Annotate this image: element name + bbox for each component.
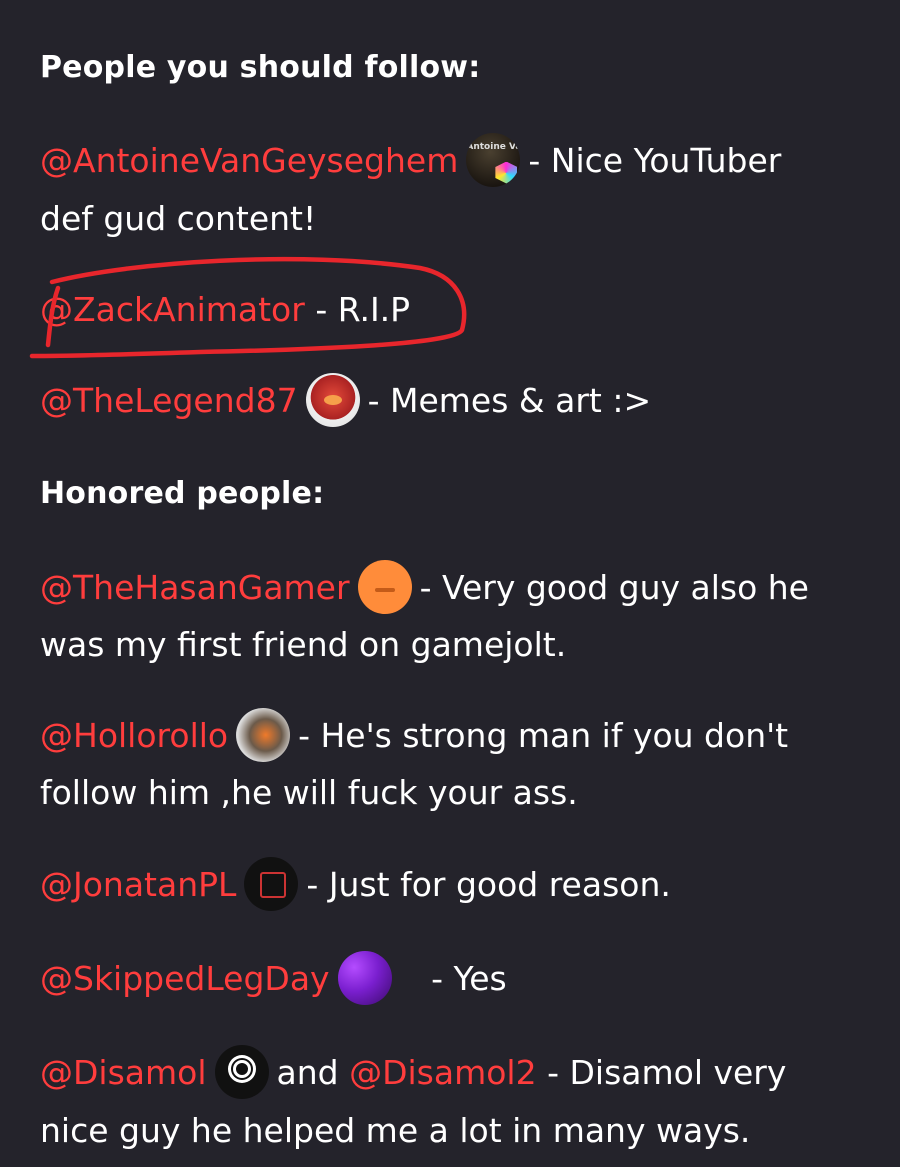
- and-text: and: [276, 1053, 339, 1092]
- honored-desc-hasan: - Very good guy also he: [419, 568, 809, 607]
- list-item-hasan: @TheHasanGamer - Very good guy also he: [40, 559, 809, 617]
- honored-desc-disamol-cont: nice guy he helped me a lot in many ways…: [40, 1111, 751, 1150]
- avatar-antoine-icon[interactable]: Antoine Van Gey: [466, 132, 521, 187]
- honored-heading: Honored people:: [40, 476, 325, 511]
- honored-desc-skipped: - Yes: [431, 959, 507, 998]
- follow-desc-zack: - R.I.P: [315, 290, 411, 329]
- avatar-disamol-icon[interactable]: [214, 1044, 269, 1099]
- list-item-hollorollo: @Hollorollo - He's strong man if you don'…: [40, 707, 788, 765]
- mention-link-zack[interactable]: @ZackAnimator: [40, 290, 305, 329]
- avatar-legend-icon[interactable]: [305, 372, 360, 427]
- mention-link-disamol2[interactable]: @Disamol2: [349, 1053, 537, 1092]
- honored-desc-hollorollo-cont: follow him ,he will fuck your ass.: [40, 773, 578, 812]
- avatar-hollorollo-icon[interactable]: [236, 707, 291, 762]
- mention-link-disamol[interactable]: @Disamol: [40, 1053, 207, 1092]
- mention-link-hasan[interactable]: @TheHasanGamer: [40, 568, 350, 607]
- mention-link-skipped[interactable]: @SkippedLegDay: [40, 959, 330, 998]
- follow-desc-antoine: - Nice YouTuber: [528, 141, 782, 180]
- avatar-jonatan-icon[interactable]: [244, 856, 299, 911]
- list-item-antoine: @AntoineVanGeyseghemAntoine Van Gey- Nic…: [40, 132, 781, 190]
- honored-desc-jonatan: - Just for good reason.: [306, 865, 671, 904]
- mention-link-legend[interactable]: @TheLegend87: [40, 381, 298, 420]
- list-item-skipped: @SkippedLegDay - Yes: [40, 950, 507, 1008]
- avatar-skipped-icon[interactable]: [337, 950, 392, 1005]
- list-item-disamol: @Disamol and @Disamol2 - Disamol very: [40, 1044, 786, 1102]
- list-item-legend: @TheLegend87 - Memes & art :>: [40, 372, 651, 430]
- follow-desc-legend: - Memes & art :>: [367, 381, 652, 420]
- list-item-jonatan: @JonatanPL - Just for good reason.: [40, 856, 671, 914]
- list-item-zack: @ZackAnimator - R.I.P: [40, 281, 410, 339]
- honored-desc-hollorollo: - He's strong man if you don't: [298, 716, 789, 755]
- honored-desc-disamol: - Disamol very: [547, 1053, 787, 1092]
- follow-desc-antoine-cont: def gud content!: [40, 199, 317, 238]
- avatar-hasan-icon[interactable]: [357, 559, 412, 614]
- mention-link-jonatan[interactable]: @JonatanPL: [40, 865, 236, 904]
- honored-desc-hasan-cont: was my first friend on gamejolt.: [40, 625, 567, 664]
- follow-heading: People you should follow:: [40, 50, 481, 85]
- mention-link-hollorollo[interactable]: @Hollorollo: [40, 716, 228, 755]
- mention-link-antoine[interactable]: @AntoineVanGeyseghem: [40, 141, 458, 180]
